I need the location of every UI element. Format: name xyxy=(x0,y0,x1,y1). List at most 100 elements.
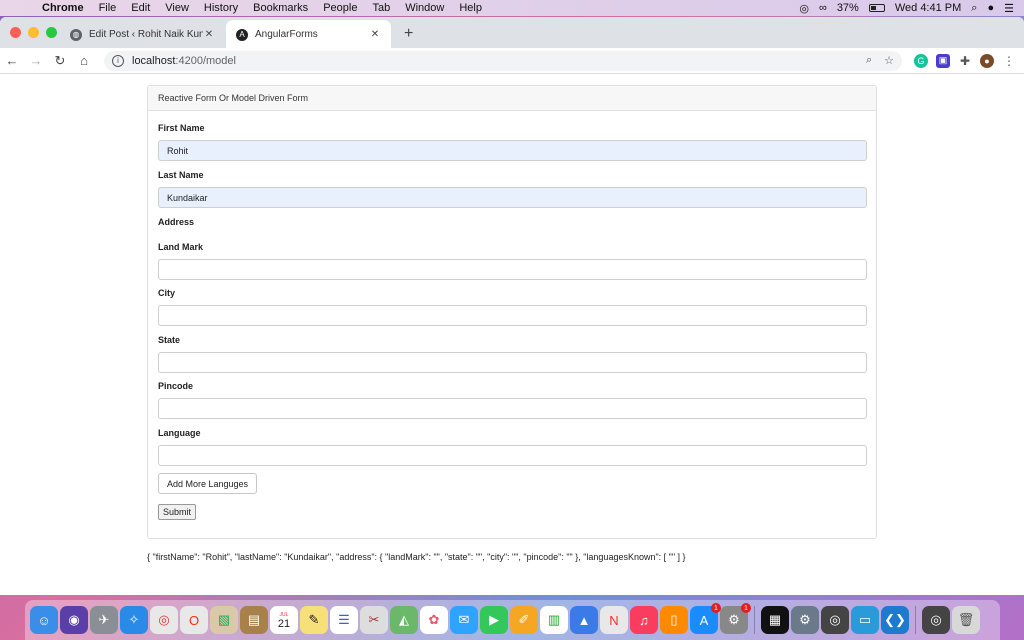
utility-gear-icon[interactable]: ⚙ xyxy=(791,606,819,634)
music-icon[interactable]: ♫ xyxy=(630,606,658,634)
page-content: Reactive Form Or Model Driven Form First… xyxy=(0,74,1024,595)
photo-booth-icon[interactable]: ✂ xyxy=(360,606,388,634)
grammarly-icon[interactable]: G xyxy=(914,53,928,68)
tab-angular-forms[interactable]: A AngularForms ✕ xyxy=(226,20,391,49)
landmark-label: Land Mark xyxy=(158,242,204,252)
new-tab-icon[interactable]: + xyxy=(404,25,413,43)
forward-icon[interactable]: → xyxy=(24,53,48,68)
menu-help[interactable]: Help xyxy=(459,2,482,14)
spiral-status-icon[interactable]: ◎ xyxy=(799,2,809,15)
language-label: Language xyxy=(158,428,201,438)
system-preferences-badge: 1 xyxy=(741,603,751,613)
reminders-icon[interactable]: ☰ xyxy=(330,606,358,634)
notification-center-icon[interactable]: ☰ xyxy=(1004,2,1014,15)
home-icon[interactable]: ⌂ xyxy=(72,53,96,68)
vscode-icon[interactable]: ❮❯ xyxy=(881,606,909,634)
books-icon[interactable]: ▯ xyxy=(660,606,688,634)
trash-icon[interactable]: 🗑 xyxy=(952,606,980,634)
numbers-icon[interactable]: ▥ xyxy=(540,606,568,634)
city-input[interactable] xyxy=(158,305,867,326)
extensions-puzzle-icon[interactable]: ✚ xyxy=(958,54,972,68)
messages-icon[interactable]: ✉ xyxy=(450,606,478,634)
display-monitor-icon[interactable]: ▭ xyxy=(851,606,879,634)
downloads-stack-icon[interactable]: ◎ xyxy=(922,606,950,634)
first-name-input[interactable] xyxy=(158,140,867,161)
back-icon[interactable]: ← xyxy=(0,53,24,68)
preview-icon[interactable]: ▧ xyxy=(210,606,238,634)
browser-toolbar: ← → ↻ ⌂ i localhost:4200/model ⌕ ☆ G ▣ ✚… xyxy=(0,48,1024,74)
pincode-input[interactable] xyxy=(158,398,867,419)
finder-icon[interactable]: ☺ xyxy=(30,606,58,634)
landmark-input[interactable] xyxy=(158,259,867,280)
close-tab-icon[interactable]: ✕ xyxy=(369,29,381,40)
language-input[interactable] xyxy=(158,445,867,466)
spotlight-search-icon[interactable]: ⌕ xyxy=(971,2,977,15)
add-more-languages-button[interactable]: Add More Languges xyxy=(158,473,258,494)
maximize-window-icon[interactable] xyxy=(46,27,57,38)
bookmark-star-icon[interactable]: ☆ xyxy=(884,54,894,67)
close-window-icon[interactable] xyxy=(10,27,21,38)
menu-bookmarks[interactable]: Bookmarks xyxy=(253,2,308,14)
first-name-group: First Name xyxy=(158,123,867,161)
maps-icon[interactable]: ◭ xyxy=(390,606,418,634)
zoom-icon[interactable]: ⌕ xyxy=(866,54,872,67)
address-bar[interactable]: i localhost:4200/model ⌕ ☆ xyxy=(104,50,902,71)
menu-tab[interactable]: Tab xyxy=(372,2,390,14)
keynote-icon[interactable]: ▲ xyxy=(570,606,598,634)
pages-icon[interactable]: ✐ xyxy=(510,606,538,634)
calendar-day: 21 xyxy=(277,617,291,630)
close-tab-icon[interactable]: ✕ xyxy=(203,29,215,40)
news-icon[interactable]: N xyxy=(600,606,628,634)
browser-window: ◍ Edit Post ‹ Rohit Naik Kundaikar ✕ A A… xyxy=(0,17,1024,595)
state-input[interactable] xyxy=(158,352,867,373)
battery-icon[interactable] xyxy=(868,4,885,12)
menu-view[interactable]: View xyxy=(165,2,189,14)
menu-edit[interactable]: Edit xyxy=(131,2,150,14)
tab-title: Edit Post ‹ Rohit Naik Kundaikar xyxy=(89,29,203,40)
last-name-input[interactable] xyxy=(158,187,867,208)
chrome-menu-icon[interactable]: ⋮ xyxy=(1002,54,1016,68)
tab-edit-post[interactable]: ◍ Edit Post ‹ Rohit Naik Kundaikar ✕ xyxy=(60,20,225,49)
form-card: Reactive Form Or Model Driven Form First… xyxy=(147,85,877,539)
menu-history[interactable]: History xyxy=(204,2,238,14)
reload-icon[interactable]: ↻ xyxy=(48,53,72,69)
profile-avatar[interactable]: ● xyxy=(980,53,994,68)
minimize-window-icon[interactable] xyxy=(28,27,39,38)
siri-icon[interactable]: ● xyxy=(987,2,994,14)
system-preferences-icon[interactable]: ⚙ 1 xyxy=(720,603,751,634)
status-area: ◎ ∞ 37% Wed 4:41 PM ⌕ ● ☰ xyxy=(799,2,1014,15)
site-info-icon[interactable]: i xyxy=(112,54,124,67)
dock-separator xyxy=(915,606,916,634)
menu-people[interactable]: People xyxy=(323,2,357,14)
menu-window[interactable]: Window xyxy=(405,2,444,14)
city-group: City xyxy=(158,288,867,326)
calendar-icon[interactable]: JUL 21 xyxy=(270,606,298,634)
submit-button[interactable]: Submit xyxy=(158,504,197,520)
dock-separator xyxy=(754,606,755,634)
url-path: :4200/model xyxy=(175,54,236,67)
tab-title: AngularForms xyxy=(255,29,318,40)
chrome-icon[interactable]: ◎ xyxy=(150,606,178,634)
url-host: localhost xyxy=(132,54,176,67)
activity-monitor-icon[interactable]: ▦ xyxy=(761,606,789,634)
facetime-icon[interactable]: ▶ xyxy=(480,606,508,634)
spiral-app-icon[interactable]: ◎ xyxy=(821,606,849,634)
state-group: State xyxy=(158,335,867,373)
creative-cloud-icon[interactable]: ∞ xyxy=(819,2,827,14)
extension-screen-icon[interactable]: ▣ xyxy=(936,53,950,68)
photos-icon[interactable]: ✿ xyxy=(420,606,448,634)
safari-icon[interactable]: ✧ xyxy=(120,606,148,634)
app-store-icon[interactable]: A1 xyxy=(690,603,721,634)
menu-app-name[interactable]: Chrome xyxy=(42,2,84,14)
clock[interactable]: Wed 4:41 PM xyxy=(895,2,961,14)
siri-app-icon[interactable]: ◉ xyxy=(60,606,88,634)
opera-icon[interactable]: O xyxy=(180,606,208,634)
city-label: City xyxy=(158,288,176,298)
notes-icon[interactable]: ✎ xyxy=(300,606,328,634)
menu-file[interactable]: File xyxy=(99,2,117,14)
card-header: Reactive Form Or Model Driven Form xyxy=(148,86,876,111)
contacts-icon[interactable]: ▤ xyxy=(240,606,268,634)
tab-strip: ◍ Edit Post ‹ Rohit Naik Kundaikar ✕ A A… xyxy=(0,17,1024,49)
globe-icon: ◍ xyxy=(70,28,82,41)
launchpad-icon[interactable]: ✈ xyxy=(90,606,118,634)
